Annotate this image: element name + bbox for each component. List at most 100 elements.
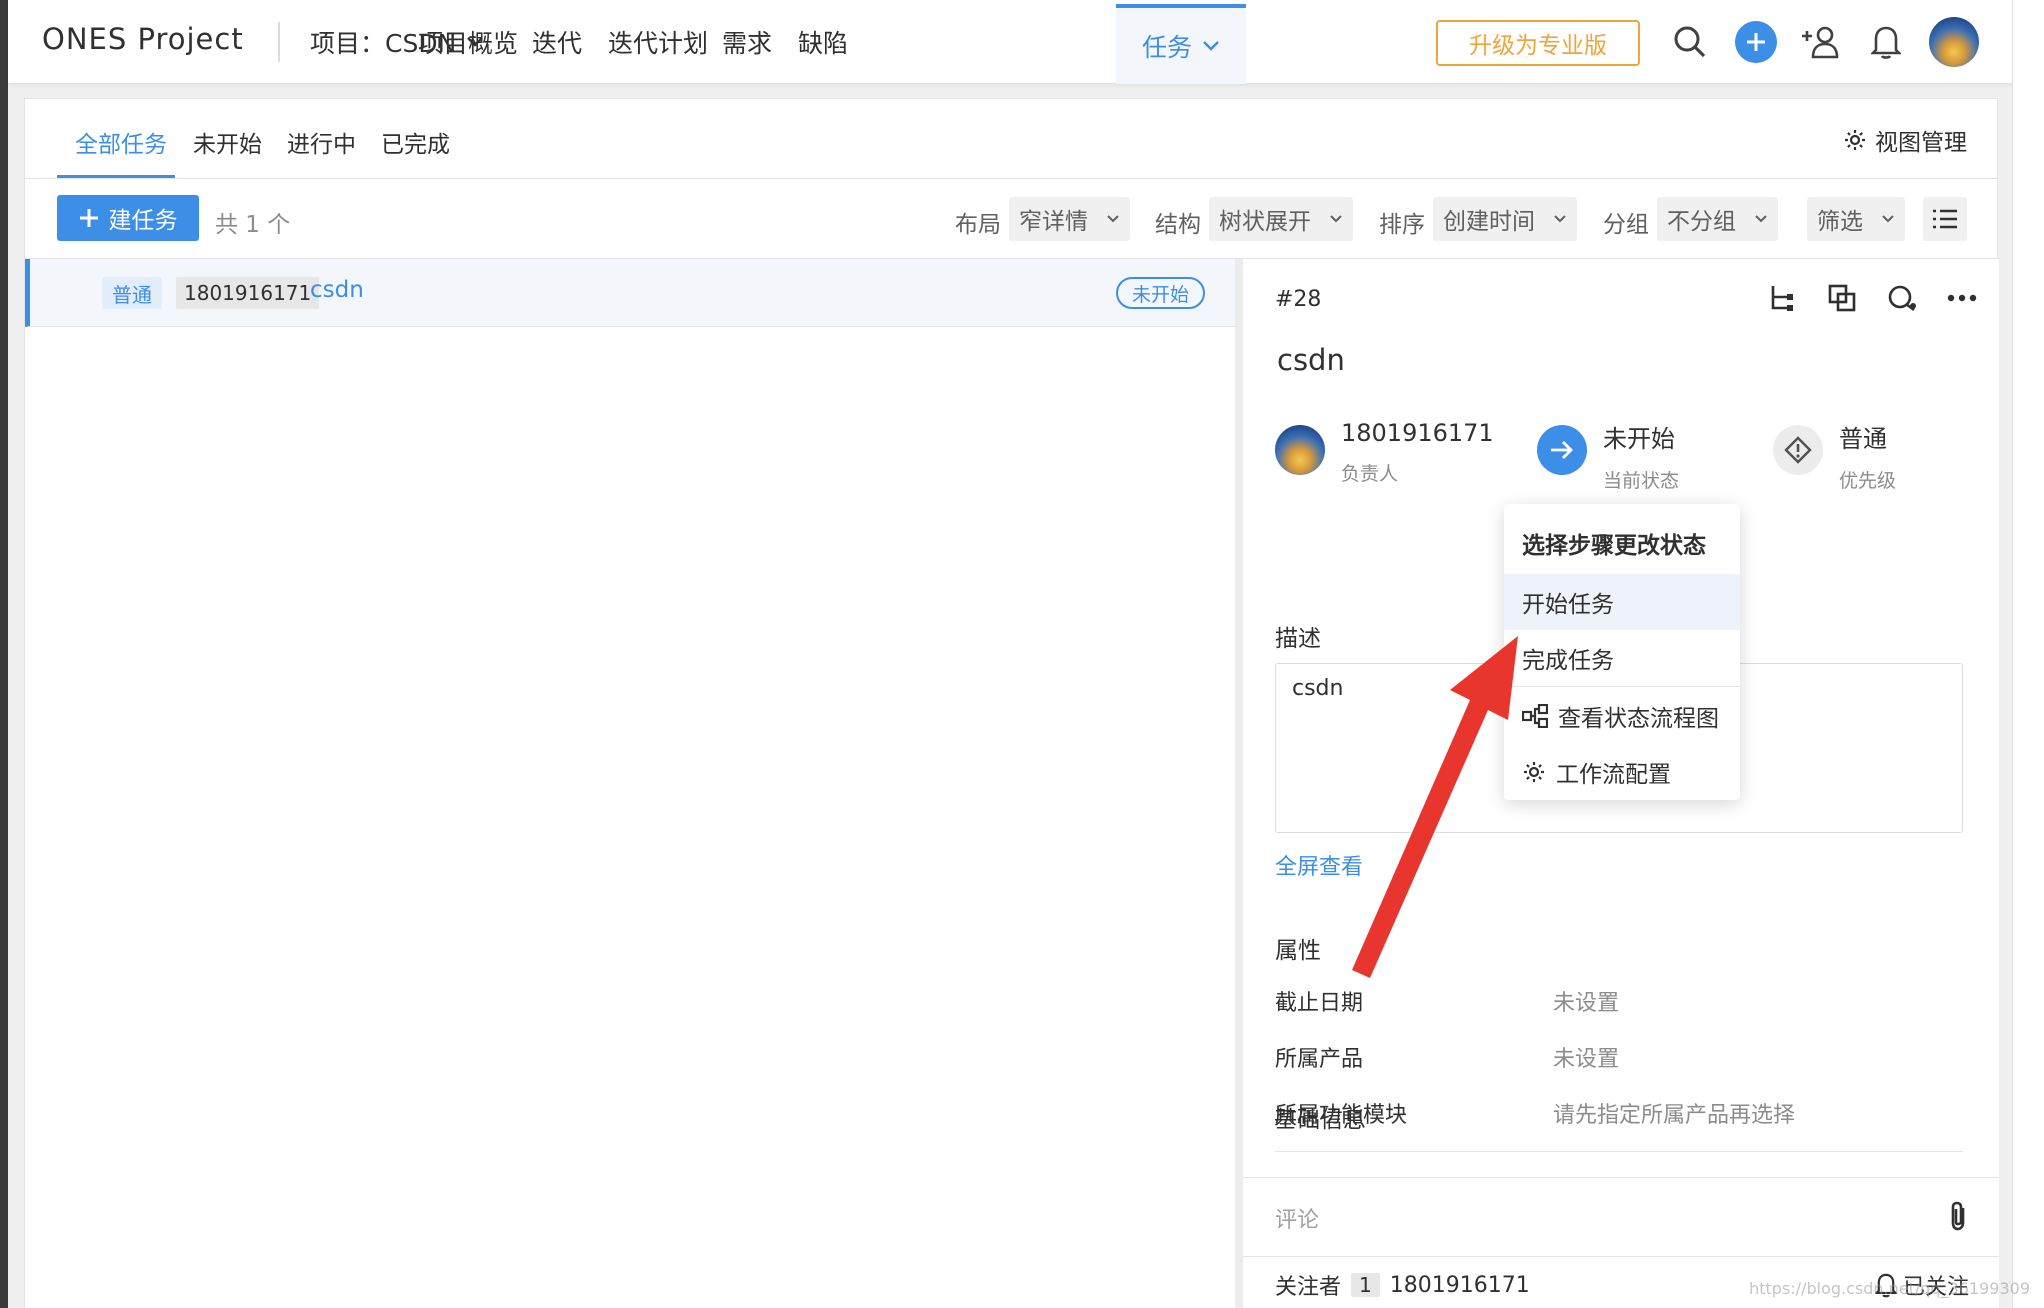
assignee-label: 负责人: [1341, 463, 1399, 485]
status-badge[interactable]: 未开始: [1116, 277, 1206, 309]
new-task-button[interactable]: 建任务: [57, 195, 199, 241]
filter-label: 筛选: [1817, 209, 1863, 235]
add-member-icon[interactable]: [1798, 20, 1842, 64]
fullscreen-link[interactable]: 全屏查看: [1275, 849, 1363, 881]
module-value[interactable]: 请先指定所属产品再选择: [1553, 1097, 1795, 1129]
nav-iteration[interactable]: 迭代: [532, 24, 582, 60]
layout-select[interactable]: 窄详情: [1009, 197, 1130, 241]
nav-defects[interactable]: 缺陷: [798, 24, 848, 60]
nav-tasks[interactable]: 任务: [1116, 4, 1247, 84]
more-icon[interactable]: [1945, 281, 1979, 315]
scrollbar[interactable]: [2012, 0, 2044, 1308]
task-number: #28: [1275, 287, 1322, 312]
view-manage-label: 视图管理: [1875, 130, 1967, 156]
complete-task-option[interactable]: 完成任务: [1504, 630, 1740, 686]
view-flowchart-label: 查看状态流程图: [1558, 706, 1719, 732]
search-icon[interactable]: [1668, 20, 1712, 64]
description-text: csdn: [1292, 676, 1344, 701]
nav-overview[interactable]: 项目概览: [418, 24, 518, 60]
task-title-link[interactable]: csdn: [310, 277, 364, 303]
tab-indicator: [57, 175, 175, 178]
assignee-name: 1801916171: [1341, 419, 1494, 447]
bell-icon[interactable]: [1864, 20, 1908, 64]
priority-field[interactable]: 普通 优先级: [1773, 419, 1896, 493]
priority-label: 优先级: [1839, 470, 1897, 492]
properties-heading: 属性: [1275, 938, 1321, 964]
arrow-right-icon: [1537, 425, 1587, 475]
comment-input[interactable]: 评论: [1275, 1202, 1319, 1234]
structure-value: 树状展开: [1219, 209, 1311, 235]
table-row[interactable]: 普通 1801916171 csdn 未开始: [25, 259, 1235, 327]
view-manage-button[interactable]: 视图管理: [1843, 123, 1967, 157]
assignee-field[interactable]: 1801916171 负责人: [1275, 419, 1494, 486]
start-task-option[interactable]: 开始任务: [1504, 574, 1740, 630]
nav-requirements[interactable]: 需求: [722, 24, 772, 60]
nav-iteration-plan[interactable]: 迭代计划: [608, 24, 708, 60]
status-value: 未开始: [1603, 425, 1675, 453]
comment-bar: 评论: [1243, 1177, 1999, 1257]
priority-badge: 普通: [102, 277, 162, 309]
tab-all-tasks[interactable]: 全部任务: [75, 125, 167, 159]
filter-select[interactable]: 筛选: [1807, 197, 1905, 241]
dropdown-divider: [1504, 686, 1740, 687]
assignee-badge: 1801916171: [176, 277, 320, 309]
sort-value: 创建时间: [1443, 209, 1535, 235]
flowchart-icon: [1522, 704, 1548, 728]
product-value[interactable]: 未设置: [1553, 1041, 1619, 1073]
sort-label: 排序: [1379, 212, 1425, 238]
tab-in-progress[interactable]: 进行中: [287, 125, 356, 159]
create-plus-icon[interactable]: [1734, 20, 1778, 64]
sort-select[interactable]: 创建时间: [1433, 197, 1577, 241]
new-task-label: 建任务: [108, 208, 178, 234]
list-toolbar: 建任务 共 1 个 布局 窄详情 结构 树状展开 排序 创建时间 分组 不分组 …: [25, 179, 1997, 259]
group-select[interactable]: 不分组: [1657, 197, 1778, 241]
gear-icon: [1845, 130, 1865, 150]
nav-tasks-label: 任务: [1142, 33, 1193, 62]
dropdown-title: 选择步骤更改状态: [1522, 533, 1706, 559]
followers: 关注者 1 1801916171: [1275, 1269, 1530, 1301]
attachment-icon[interactable]: [1947, 1200, 1969, 1236]
watch-icon[interactable]: [1885, 281, 1919, 315]
product-label: 所属产品: [1275, 1047, 1364, 1072]
detail-actions: [1765, 281, 1979, 315]
priority-icon: [1773, 425, 1823, 475]
avatar: [1929, 17, 1979, 67]
task-title[interactable]: csdn: [1277, 343, 1345, 377]
task-count: 共 1 个: [215, 212, 291, 238]
group-value: 不分组: [1667, 209, 1736, 235]
chevron-down-icon: [1882, 215, 1894, 223]
view-flowchart-option[interactable]: 查看状态流程图: [1504, 688, 1740, 744]
workflow-config-option[interactable]: 工作流配置: [1504, 744, 1740, 800]
chevron-down-icon: [1107, 215, 1119, 223]
followers-label: 关注者: [1275, 1275, 1342, 1300]
plus-icon: [79, 209, 98, 227]
list-view-icon[interactable]: [1923, 197, 1967, 241]
left-edge: [0, 0, 8, 1308]
chevron-down-icon: [1554, 215, 1566, 223]
status-dropdown: 选择步骤更改状态 开始任务 完成任务 查看状态流程图 工作流配置: [1504, 504, 1740, 800]
app-logo[interactable]: ONES Project: [42, 22, 244, 56]
structure-label: 结构: [1155, 212, 1201, 238]
avatar: [1275, 425, 1325, 475]
copy-icon[interactable]: [1825, 281, 1859, 315]
tab-not-started[interactable]: 未开始: [193, 125, 262, 159]
follower-name: 1801916171: [1389, 1272, 1530, 1298]
nav-divider: [278, 22, 280, 62]
status-label: 当前状态: [1603, 470, 1680, 492]
deadline-value[interactable]: 未设置: [1553, 985, 1619, 1017]
description-heading: 描述: [1275, 626, 1321, 652]
followers-count: 1: [1351, 1273, 1380, 1297]
structure-select[interactable]: 树状展开: [1209, 197, 1353, 241]
gear-icon: [1524, 762, 1544, 782]
group-label: 分组: [1603, 212, 1649, 238]
user-avatar[interactable]: [1928, 16, 1980, 68]
top-navigation: ONES Project 项目：CSDN 项目概览 迭代 迭代计划 需求 缺陷 …: [8, 0, 2012, 84]
status-field[interactable]: 未开始 当前状态: [1537, 419, 1679, 493]
upgrade-button[interactable]: 升级为专业版: [1436, 20, 1640, 66]
deadline-label: 截止日期: [1275, 991, 1364, 1016]
panel-splitter[interactable]: [1235, 259, 1243, 1308]
subtask-tree-icon[interactable]: [1765, 281, 1799, 315]
divider: [1275, 1151, 1963, 1152]
basic-info-heading: 基础信息: [1274, 1107, 1366, 1133]
tab-completed[interactable]: 已完成: [381, 125, 450, 159]
